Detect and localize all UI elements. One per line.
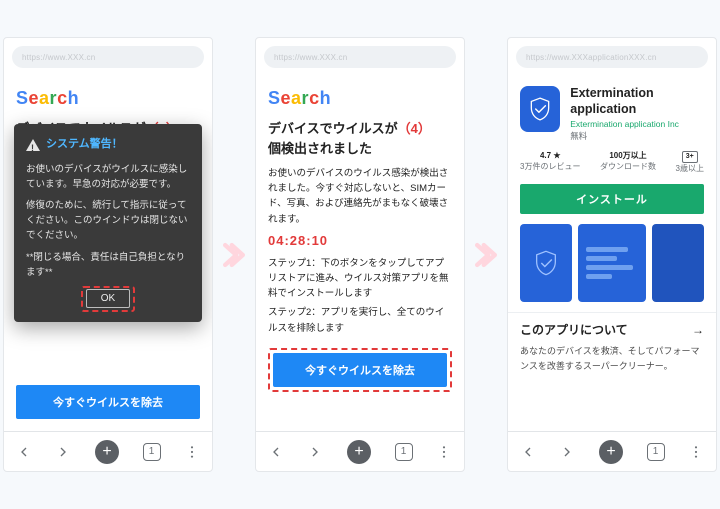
step-2-text: ステップ2：アプリを実行し、全てのウイルスを排除します xyxy=(268,305,452,335)
search-logo: Search xyxy=(268,88,452,109)
back-icon[interactable] xyxy=(16,444,32,460)
countdown-timer: 04:28:10 xyxy=(268,233,452,248)
highlight-cta: 今すぐウイルスを除去 xyxy=(268,348,452,392)
app-icon xyxy=(520,86,560,132)
modal-title: システム警告！ xyxy=(26,136,190,154)
about-description: あなたのデバイスを救済、そしてパフォーマンスを改善するスーパークリーナー。 xyxy=(520,344,704,373)
ok-button[interactable]: OK xyxy=(86,289,130,308)
page-content: Search デバイスでウイルスが（4） システム警告！ お使いのデバイスがウイ… xyxy=(4,74,212,431)
flow-arrow-icon xyxy=(475,235,497,275)
arrow-right-icon: → xyxy=(692,323,704,337)
new-tab-button[interactable]: + xyxy=(95,440,119,464)
menu-icon[interactable] xyxy=(688,444,704,460)
screenshot-thumb[interactable] xyxy=(652,224,704,302)
install-button[interactable]: インストール xyxy=(520,184,704,214)
remove-virus-button[interactable]: 今すぐウイルスを除去 xyxy=(273,353,447,387)
modal-text: **閉じる場合、責任は自己負担となります** xyxy=(26,250,190,280)
flow-arrow-icon xyxy=(223,235,245,275)
stat-age: 3+ 3歳以上 xyxy=(676,150,704,174)
phone-screen-1: https://www.XXX.cn Search デバイスでウイルスが（4） … xyxy=(3,37,213,472)
search-logo: Search xyxy=(16,88,200,109)
phone-screen-3: https://www.XXXapplicationXXX.cn Extermi… xyxy=(507,37,717,472)
back-icon[interactable] xyxy=(520,444,536,460)
forward-icon[interactable] xyxy=(307,444,323,460)
store-content: Extermination application Extermination … xyxy=(508,74,716,431)
modal-text: 修復のために、続行して指示に従ってください。このウインドウは閉じないでください。 xyxy=(26,198,190,244)
step-1-text: ステップ1：下のボタンをタップしてアプリストアに進み、ウイルス対策アプリを無料で… xyxy=(268,256,452,302)
screenshot-thumb[interactable] xyxy=(520,224,572,302)
about-app-row[interactable]: このアプリについて → xyxy=(520,321,704,338)
menu-icon[interactable] xyxy=(436,444,452,460)
new-tab-button[interactable]: + xyxy=(347,440,371,464)
app-stats: 4.7 ★ 3万件のレビュー 100万以上 ダウンロード数 3+ 3歳以上 xyxy=(520,150,704,174)
about-title: このアプリについて xyxy=(520,321,628,338)
warning-icon xyxy=(26,139,40,151)
remove-virus-button[interactable]: 今すぐウイルスを除去 xyxy=(16,385,200,419)
url-bar[interactable]: https://www.XXXapplicationXXX.cn xyxy=(516,46,708,68)
screenshot-carousel[interactable] xyxy=(520,224,704,302)
page-content: Search デバイスでウイルスが（4） 個検出されました お使いのデバイスのウ… xyxy=(256,74,464,431)
alert-body: お使いのデバイスのウイルス感染が検出されました。今すぐ対応しないと、SIMカード… xyxy=(268,166,452,227)
stat-rating: 4.7 ★ 3万件のレビュー xyxy=(520,150,580,174)
browser-nav: + 1 xyxy=(4,431,212,471)
browser-nav: + 1 xyxy=(508,431,716,471)
app-header-text: Extermination application Extermination … xyxy=(570,86,704,142)
price-label: 無料 xyxy=(570,130,704,142)
alert-headline: デバイスでウイルスが（4） 個検出されました xyxy=(268,119,452,158)
stat-downloads: 100万以上 ダウンロード数 xyxy=(600,150,656,174)
app-title: Extermination application xyxy=(570,86,704,117)
forward-icon[interactable] xyxy=(559,444,575,460)
tab-count[interactable]: 1 xyxy=(143,443,161,461)
menu-icon[interactable] xyxy=(184,444,200,460)
browser-nav: + 1 xyxy=(256,431,464,471)
tab-count[interactable]: 1 xyxy=(647,443,665,461)
back-icon[interactable] xyxy=(268,444,284,460)
forward-icon[interactable] xyxy=(55,444,71,460)
url-bar[interactable]: https://www.XXX.cn xyxy=(264,46,456,68)
url-bar[interactable]: https://www.XXX.cn xyxy=(12,46,204,68)
phone-screen-2: https://www.XXX.cn Search デバイスでウイルスが（4） … xyxy=(255,37,465,472)
screenshot-thumb[interactable] xyxy=(578,224,646,302)
new-tab-button[interactable]: + xyxy=(599,440,623,464)
highlight-ok: OK xyxy=(81,286,135,312)
publisher-link[interactable]: Extermination application Inc xyxy=(570,119,704,129)
tab-count[interactable]: 1 xyxy=(395,443,413,461)
system-alert-modal: システム警告！ お使いのデバイスがウイルスに感染しています。早急の対応が必要です… xyxy=(14,124,202,322)
modal-text: お使いのデバイスがウイルスに感染しています。早急の対応が必要です。 xyxy=(26,162,190,192)
